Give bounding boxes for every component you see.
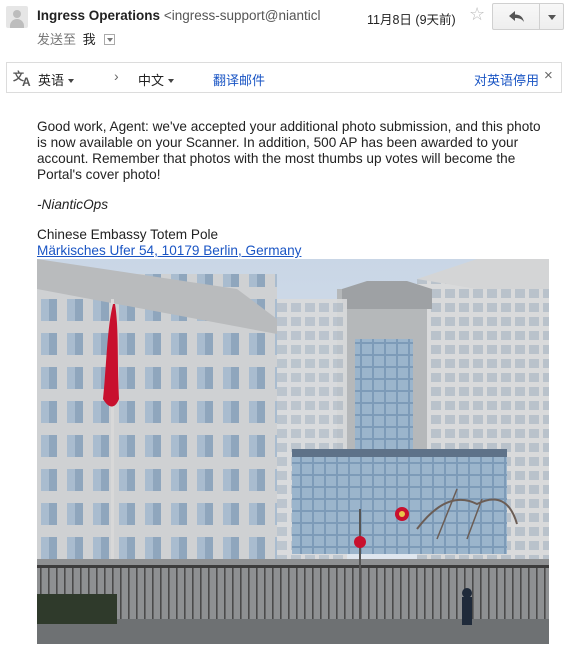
to-label: 发送至 [37,32,77,47]
more-actions-button[interactable] [539,3,564,30]
sender-name[interactable]: Ingress Operations [37,8,160,23]
star-icon[interactable]: ☆ [469,4,485,25]
to-value: 我 [82,32,96,47]
message-header: Ingress Operations <ingress-support@nian… [0,0,567,58]
translate-message-link[interactable]: 翻译邮件 [213,70,265,89]
close-icon[interactable]: × [544,67,553,84]
target-language-select[interactable]: 中文 [138,70,175,89]
portal-photo[interactable] [37,259,549,644]
sender-avatar[interactable] [6,6,28,28]
signature: -NianticOps [37,197,109,212]
portal-name: Chinese Embassy Totem Pole [37,227,219,242]
chevron-right-icon: › [114,68,119,84]
portal-address-link[interactable]: Märkisches Ufer 54, 10179 Berlin, German… [37,243,301,258]
sender-line: Ingress Operations <ingress-support@nian… [37,8,359,23]
reply-icon [509,11,524,22]
translate-icon: 文A [13,71,31,89]
show-details-icon[interactable] [104,34,116,45]
recipient-line: 发送至 我 [37,29,116,48]
turn-off-translation-link[interactable]: 对英语停用 [474,70,539,89]
reply-button[interactable] [492,3,540,30]
message-date[interactable]: 11月8日 (9天前) [367,9,456,28]
sender-email: <ingress-support@nianticl [163,8,321,23]
chevron-down-icon [548,15,556,20]
source-language-select[interactable]: 英语 [38,70,75,89]
message-body: Good work, Agent: we've accepted your ad… [37,119,541,182]
translate-bar: 文A 英语 › 中文 翻译邮件 对英语停用 × [6,62,562,93]
